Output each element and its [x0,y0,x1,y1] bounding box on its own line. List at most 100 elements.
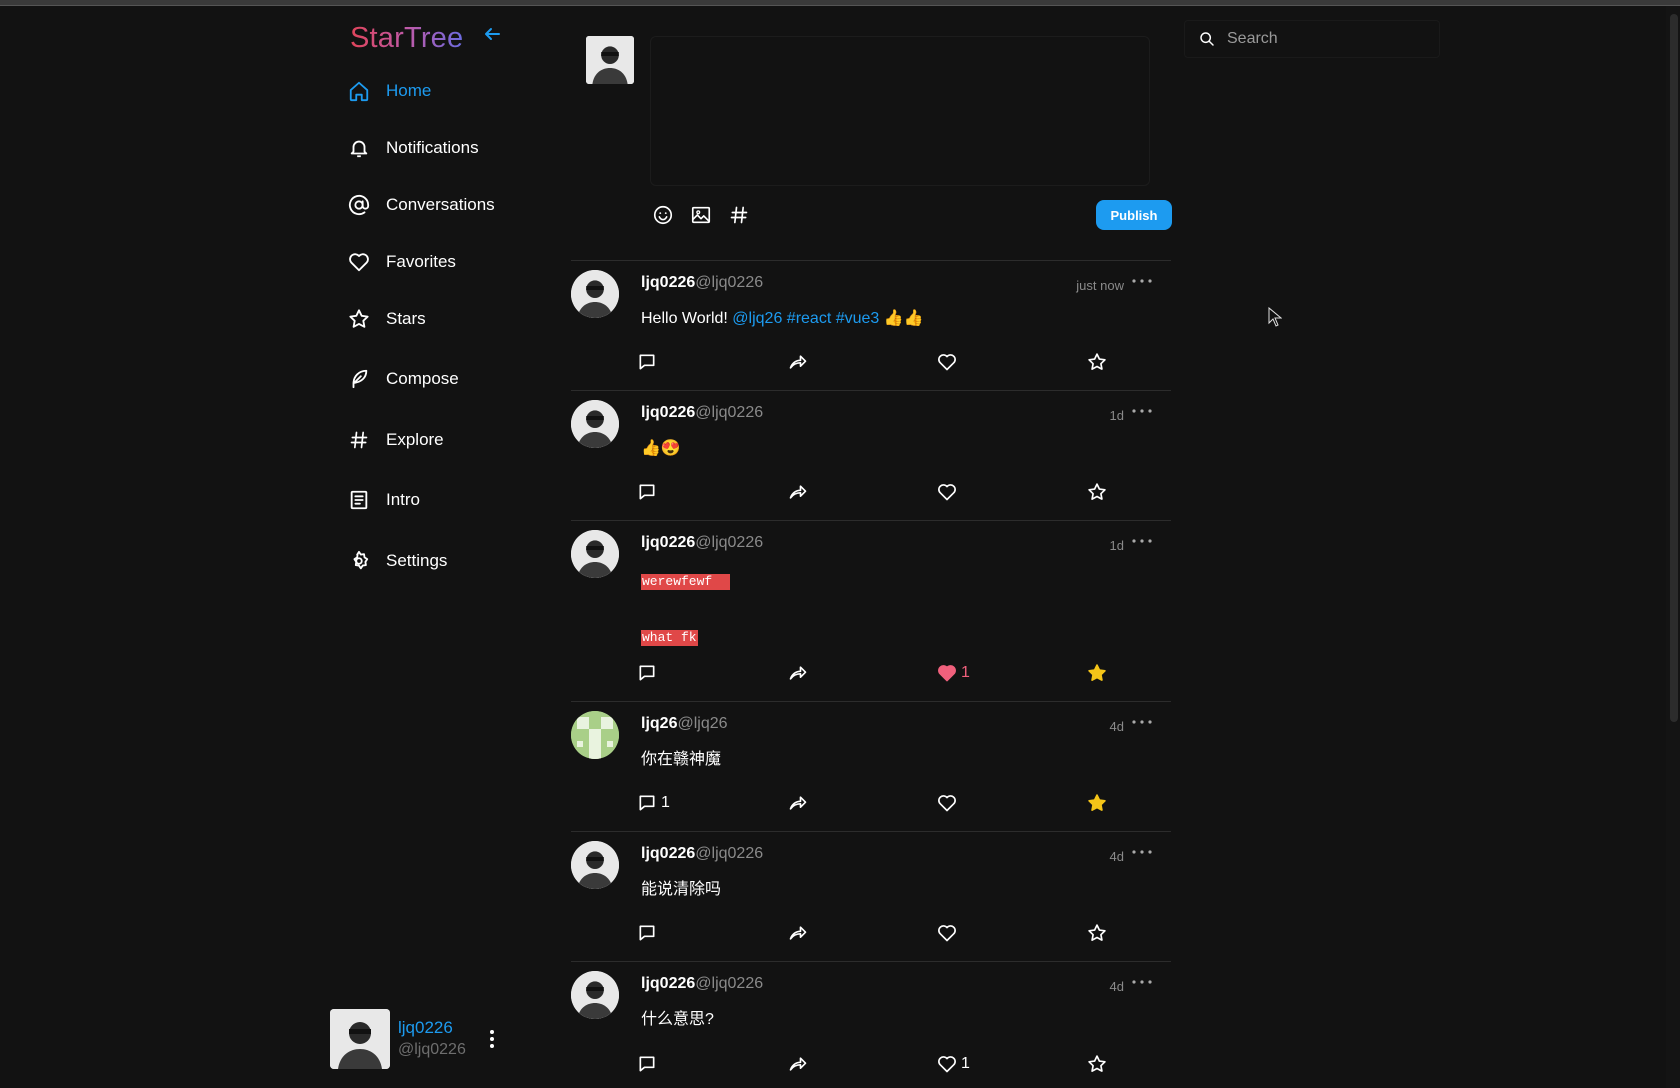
share-button[interactable] [787,1050,809,1078]
post-more-button[interactable] [1129,403,1155,419]
post[interactable]: ljq26 @ljq26 4d 你在赣神魔 1 [571,702,1171,832]
publish-button[interactable]: Publish [1096,200,1172,230]
post[interactable]: ljq0226 @ljq0226 4d 什么意思? 1 [571,962,1171,1088]
post-timestamp: 4d [1109,979,1124,994]
post-author-handle: @ljq26 [677,715,728,732]
scrollbar-thumb[interactable] [1670,14,1678,722]
feather-icon [346,366,372,392]
share-icon [789,666,807,680]
post-more-button[interactable] [1129,714,1155,730]
image-upload-button[interactable] [688,202,714,228]
share-icon [789,485,807,499]
like-button[interactable] [937,919,961,947]
reply-button[interactable] [637,919,661,947]
post-author-name[interactable]: ljq0226 [641,845,695,863]
post-content: 👍😍 [641,438,1141,460]
image-icon [691,206,711,224]
hashtag-link[interactable]: #vue3 [836,310,880,327]
user-menu-button[interactable] [482,1024,502,1054]
share-button[interactable] [787,659,809,687]
post-author-name[interactable]: ljq0226 [641,534,695,552]
reply-button[interactable] [637,348,661,376]
avatar[interactable] [330,1009,390,1069]
nav-item-home[interactable]: Home [346,62,556,119]
search-input[interactable] [1227,30,1427,48]
collapse-sidebar-button[interactable] [480,22,504,46]
avatar[interactable] [586,36,634,84]
reply-button[interactable] [637,1050,661,1078]
post-author-name[interactable]: ljq26 [641,715,677,733]
share-button[interactable] [787,919,809,947]
nav-item-favorites[interactable]: Favorites [346,233,556,290]
avatar[interactable] [571,270,619,318]
scrollbar[interactable] [1666,6,1680,1088]
search-icon [1200,32,1214,46]
avatar[interactable] [571,711,619,759]
nav-item-conversations[interactable]: Conversations [346,176,556,233]
post-more-button[interactable] [1129,273,1155,289]
user-name[interactable]: ljq0226 [398,1017,466,1039]
post-author-handle: @ljq0226 [695,975,764,992]
avatar[interactable] [571,530,619,578]
post-more-button[interactable] [1129,974,1155,990]
avatar[interactable] [571,971,619,1019]
ellipsis-icon [1132,279,1152,283]
nav-item-settings[interactable]: Settings [346,532,556,589]
reply-button[interactable] [637,659,661,687]
post-content: 能说清除吗 [641,879,1141,901]
post-timestamp: just now [1076,278,1124,293]
share-button[interactable] [787,478,809,506]
post[interactable]: ljq0226 @ljq0226 4d 能说清除吗 [571,832,1171,962]
compose-textarea[interactable] [650,36,1150,186]
post-author-name[interactable]: ljq0226 [641,404,695,422]
nav-item-explore[interactable]: Explore [346,411,556,468]
reply-count: 1 [661,794,670,811]
like-button[interactable]: 1 [937,1050,970,1078]
post[interactable]: ljq0226 @ljq0226 1d 👍😍 [571,391,1171,521]
nav-item-compose[interactable]: Compose [346,347,556,411]
avatar[interactable] [571,400,619,448]
star-button[interactable] [1087,1050,1107,1078]
like-button[interactable] [937,478,961,506]
post-actions: 1 [637,659,1107,687]
post-actions: 1 [637,789,1107,817]
share-button[interactable] [787,789,809,817]
post-more-button[interactable] [1129,533,1155,549]
star-button[interactable] [1087,478,1107,506]
emoji-button[interactable] [650,202,676,228]
share-button[interactable] [787,348,809,376]
current-user-card[interactable]: ljq0226 @ljq0226 [330,1006,560,1072]
nav-item-stars[interactable]: Stars [346,290,556,347]
reply-button[interactable]: 1 [637,789,670,817]
avatar[interactable] [571,841,619,889]
mention-link[interactable]: @ljq26 [732,310,782,327]
like-button[interactable]: 1 [937,659,970,687]
brand-logo-text[interactable]: StarTree [350,22,463,55]
reply-button[interactable] [637,478,661,506]
star-button[interactable] [1087,919,1107,947]
post[interactable]: ljq0226 @ljq0226 1d werewfewf what fk 1 [571,521,1171,702]
inline-code: what fk [641,630,698,646]
post[interactable]: ljq0226 @ljq0226 just now Hello World! @… [571,261,1171,391]
hashtag-button[interactable] [726,202,752,228]
post-author-name[interactable]: ljq0226 [641,975,695,993]
post-author-handle: @ljq0226 [695,404,764,421]
comment-icon [639,665,655,681]
nav-item-intro[interactable]: Intro [346,468,556,532]
post-author-name[interactable]: ljq0226 [641,274,695,292]
nav-item-notifications[interactable]: Notifications [346,119,556,176]
arrow-left-icon [485,28,500,40]
search-box[interactable] [1184,20,1440,58]
nav-label: Intro [386,490,421,509]
hashtag-link[interactable]: #react [787,310,831,327]
star-button[interactable] [1087,789,1107,817]
post-author-handle: @ljq0226 [695,534,764,551]
main-nav: Home Notifications Conversations Favorit… [346,62,556,589]
like-button[interactable] [937,789,961,817]
post-more-button[interactable] [1129,844,1155,860]
star-button[interactable] [1087,348,1107,376]
star-button[interactable] [1087,659,1107,687]
star-icon [346,306,372,332]
heart-filled-icon [938,665,956,682]
like-button[interactable] [937,348,961,376]
